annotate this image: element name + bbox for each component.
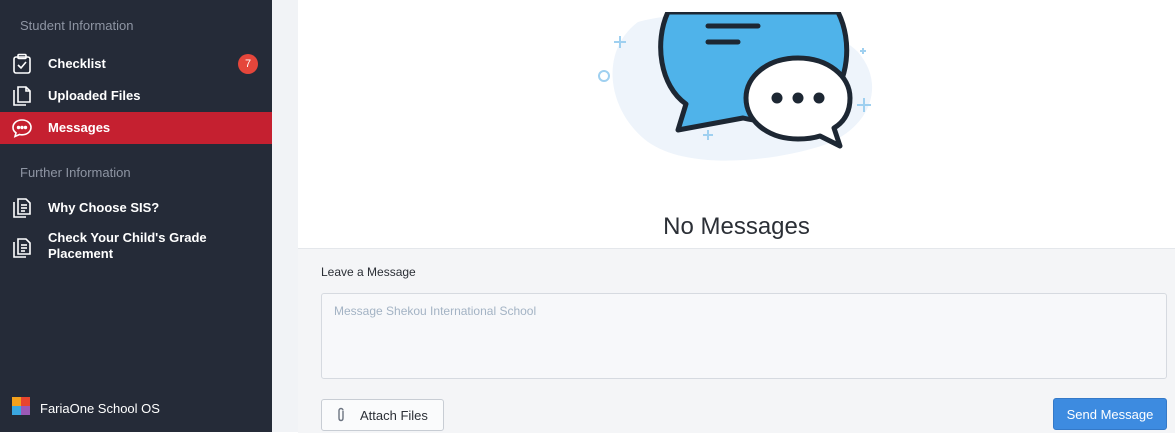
section-header-further-information: Further Information bbox=[20, 165, 131, 180]
files-icon bbox=[11, 85, 33, 107]
faria-brand[interactable]: FariaOne School OS bbox=[12, 397, 160, 420]
sidebar: Student Information Checklist 7 Uploaded… bbox=[0, 0, 272, 432]
section-header-student-information: Student Information bbox=[20, 18, 134, 33]
sidebar-item-label: Why Choose SIS? bbox=[48, 200, 160, 215]
sidebar-item-label: Messages bbox=[48, 120, 111, 135]
sidebar-item-label: Checklist bbox=[48, 56, 106, 71]
sidebar-item-why-choose-sis[interactable]: Why Choose SIS? bbox=[0, 192, 272, 224]
document-icon bbox=[11, 197, 33, 219]
messages-icon bbox=[11, 117, 33, 139]
paperclip-icon bbox=[336, 407, 346, 423]
faria-logo-icon bbox=[12, 397, 30, 420]
document-icon bbox=[11, 237, 33, 259]
sidebar-item-label: Check Your Child's Grade Placement bbox=[48, 230, 207, 262]
sidebar-item-label-line1: Check Your Child's Grade bbox=[48, 230, 207, 245]
content-gutter bbox=[272, 0, 298, 432]
sidebar-item-grade-placement[interactable]: Check Your Child's Grade Placement bbox=[0, 226, 272, 270]
sidebar-item-label-line2: Placement bbox=[48, 246, 114, 261]
sidebar-item-checklist[interactable]: Checklist 7 bbox=[0, 48, 272, 80]
sidebar-item-uploaded-files[interactable]: Uploaded Files bbox=[0, 80, 272, 112]
checklist-count-badge: 7 bbox=[238, 54, 258, 74]
sidebar-item-label: Uploaded Files bbox=[48, 88, 141, 103]
chat-bubbles-icon bbox=[568, 9, 908, 177]
checklist-icon bbox=[11, 53, 33, 75]
message-input[interactable] bbox=[321, 293, 1167, 379]
empty-state-title: No Messages bbox=[663, 213, 810, 240]
attach-files-label: Attach Files bbox=[360, 407, 428, 423]
messages-panel: No Messages Leave a Message Attach Files… bbox=[298, 0, 1175, 433]
compose-area: Leave a Message Attach Files Send Messag… bbox=[298, 248, 1175, 433]
compose-label: Leave a Message bbox=[321, 265, 416, 279]
sidebar-item-messages[interactable]: Messages bbox=[0, 112, 272, 144]
footer-brand-label: FariaOne School OS bbox=[40, 401, 160, 416]
send-message-button[interactable]: Send Message bbox=[1053, 398, 1167, 430]
attach-files-button[interactable]: Attach Files bbox=[321, 399, 444, 431]
